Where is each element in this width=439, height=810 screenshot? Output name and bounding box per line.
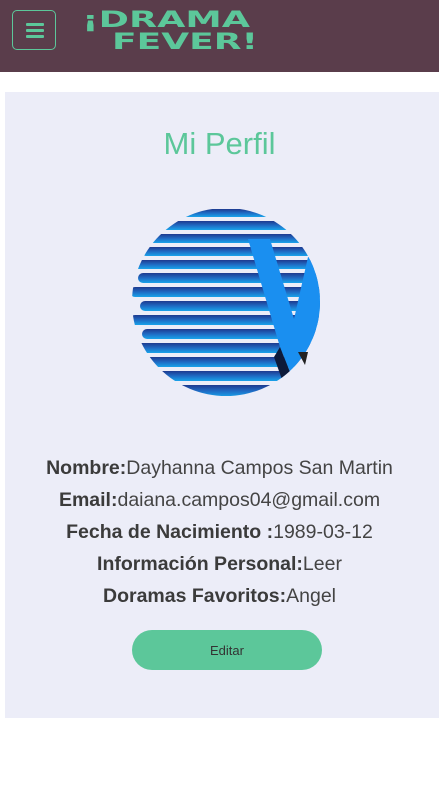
field-row-fecha: Fecha de Nacimiento :1989-03-12 — [0, 516, 439, 548]
field-label: Email: — [58, 489, 118, 511]
field-value: 1989-03-12 — [273, 521, 373, 543]
field-label: Fecha de Nacimiento : — [66, 521, 274, 543]
field-label: Información Personal: — [97, 553, 303, 575]
field-value: Leer — [302, 553, 342, 575]
field-label: Doramas Favoritos: — [102, 585, 287, 607]
field-value: Angel — [286, 585, 336, 607]
field-label: Nombre: — [46, 457, 127, 479]
avatar-logo — [132, 208, 320, 396]
edit-button[interactable]: Editar — [132, 630, 322, 670]
field-row-nombre: Nombre:Dayhanna Campos San Martin — [0, 452, 439, 484]
brand-logo[interactable]: ¡DRAMA FEVER! — [82, 8, 258, 55]
navbar: ¡DRAMA FEVER! — [0, 0, 439, 72]
avatar — [130, 207, 325, 402]
menu-icon-bar — [26, 35, 44, 38]
page-title: Mi Perfil — [163, 126, 276, 161]
field-row-doramas: Doramas Favoritos:Angel — [0, 580, 439, 612]
menu-toggle-button[interactable] — [12, 10, 56, 50]
logo-line-2: FEVER! — [112, 30, 258, 52]
profile-info: Nombre:Dayhanna Campos San Martin Email:… — [0, 452, 439, 612]
profile-card — [5, 92, 439, 718]
field-row-email: Email:daiana.campos04@gmail.com — [0, 484, 439, 516]
field-row-info-personal: Información Personal:Leer — [0, 548, 439, 580]
menu-icon-bar — [26, 29, 44, 32]
field-value: daiana.campos04@gmail.com — [117, 489, 381, 511]
menu-icon — [26, 23, 44, 26]
field-value: Dayhanna Campos San Martin — [126, 457, 393, 479]
